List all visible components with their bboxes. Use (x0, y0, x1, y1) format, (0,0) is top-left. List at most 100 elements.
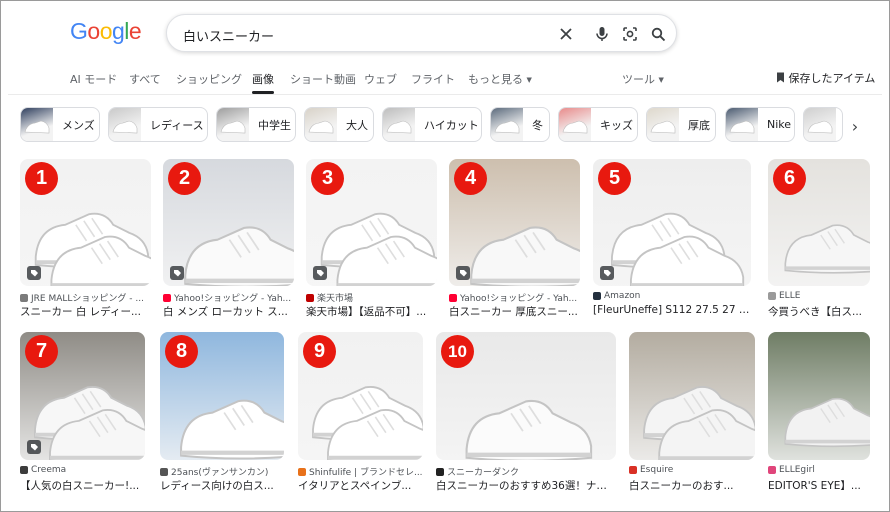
tools-button[interactable]: ツール ▼ (622, 71, 664, 87)
image-result-card[interactable]: 1 JRE MALLショッピング - ... スニーカー 白 レディー... (20, 159, 151, 326)
filter-chip[interactable] (803, 107, 843, 142)
result-title[interactable]: 白 メンズ ローカット ス... (163, 304, 294, 319)
result-source[interactable]: Creema (20, 465, 145, 475)
chip-label: Nike (767, 118, 792, 131)
chip-label: 大人 (346, 118, 368, 132)
filter-chip[interactable]: 中学生 (216, 107, 296, 142)
result-source[interactable]: JRE MALLショッピング - ... (20, 291, 151, 304)
image-result-card[interactable]: 10 スニーカーダンク 白スニーカーのおすすめ36選！ナイ... (436, 332, 616, 500)
product-tag-icon (456, 266, 470, 280)
source-name: 楽天市場 (317, 294, 354, 304)
filter-chip[interactable]: 厚底 (646, 107, 716, 142)
chevron-right-icon[interactable]: › (846, 117, 864, 136)
result-title[interactable]: レディース向けの白ス... (160, 478, 284, 493)
source-name: ELLE (779, 291, 801, 301)
source-name: Creema (31, 465, 67, 475)
tab-more[interactable]: もっと見る ▼ (468, 71, 532, 87)
google-logo[interactable]: Google (70, 18, 142, 45)
source-name: JRE MALLショッピング - ... (31, 294, 144, 304)
mic-icon[interactable] (591, 23, 613, 45)
tab-web[interactable]: ウェブ (364, 71, 397, 87)
search-icon[interactable] (647, 23, 669, 45)
result-title[interactable]: 楽天市場】【返品不可】... (306, 304, 437, 319)
logo-letter: e (128, 18, 142, 44)
image-result-card[interactable]: 9 Shinfulife | ブランドセレ... イタリアとスペインブ... (298, 332, 423, 500)
tab-shopping[interactable]: ショッピング (176, 71, 242, 87)
result-source[interactable]: Esquire (629, 465, 755, 475)
result-thumbnail[interactable] (629, 332, 755, 460)
image-result-card[interactable]: ELLEgirl EDITOR'S EYE】... (768, 332, 870, 500)
result-source[interactable]: 25ans(ヴァンサンカン) (160, 465, 284, 478)
rank-badge: 1 (25, 162, 58, 195)
favicon-icon (298, 467, 306, 476)
product-tag-icon (313, 266, 327, 280)
result-title[interactable]: イタリアとスペインブ... (298, 478, 423, 493)
product-tag-icon (600, 266, 614, 280)
filter-chip[interactable]: レディース (108, 107, 208, 142)
filter-chip[interactable]: ハイカット (382, 107, 482, 142)
chip-thumbnail (21, 108, 53, 141)
source-name: ELLEgirl (779, 465, 815, 475)
lens-icon[interactable] (619, 23, 641, 45)
rank-badge: 9 (303, 335, 336, 368)
close-icon[interactable] (555, 23, 577, 45)
result-thumbnail[interactable] (768, 332, 870, 460)
result-title[interactable]: [FleurUneffe] S112 27.5 27 26.5... (593, 304, 751, 316)
favicon-icon (593, 292, 601, 300)
favicon-icon (449, 293, 457, 302)
result-source[interactable]: Yahoo!ショッピング - Yah... (163, 291, 294, 304)
result-source[interactable]: Shinfulife | ブランドセレ... (298, 465, 423, 478)
image-result-card[interactable]: 5 Amazon [FleurUneffe] S112 27.5 27 26.5..… (593, 159, 751, 326)
search-input[interactable]: 白いスニーカー (183, 26, 274, 45)
chip-thumbnail (383, 108, 415, 141)
chip-thumbnail (109, 108, 141, 141)
chip-thumbnail (559, 108, 591, 141)
filter-chip[interactable]: メンズ (20, 107, 100, 142)
result-source[interactable]: ELLE (768, 291, 870, 301)
result-title[interactable]: 【人気の白スニーカー!... (20, 478, 145, 493)
result-title[interactable]: 白スニーカー 厚底スニー... (449, 304, 580, 319)
tab-more-label: もっと見る (468, 73, 523, 86)
tab-all[interactable]: すべて (129, 71, 161, 87)
result-source[interactable]: スニーカーダンク (436, 465, 616, 478)
rank-badge: 7 (25, 335, 58, 368)
result-title[interactable]: EDITOR'S EYE】... (768, 478, 870, 493)
source-name: Amazon (604, 291, 641, 301)
result-source[interactable]: Amazon (593, 291, 751, 301)
chip-thumbnail (217, 108, 249, 141)
result-title[interactable]: 今買うべき【白ス... (768, 304, 870, 319)
result-title[interactable]: スニーカー 白 レディー... (20, 304, 151, 319)
tab-short-videos[interactable]: ショート動画 (290, 71, 356, 87)
favicon-icon (768, 466, 776, 474)
favicon-icon (306, 293, 314, 302)
filter-chip[interactable]: キッズ (558, 107, 638, 142)
result-title[interactable]: 白スニーカーのおす... (629, 478, 755, 493)
result-source[interactable]: 楽天市場 (306, 291, 437, 304)
image-result-card[interactable]: 8 25ans(ヴァンサンカン) レディース向けの白ス... (160, 332, 284, 500)
favicon-icon (436, 467, 444, 476)
tab-flights[interactable]: フライト (411, 71, 455, 87)
image-result-card[interactable]: 3 楽天市場 楽天市場】【返品不可】... (306, 159, 437, 326)
image-result-card[interactable]: 4 Yahoo!ショッピング - Yah... 白スニーカー 厚底スニー... (449, 159, 580, 326)
image-result-card[interactable]: 6 ELLE 今買うべき【白ス... (768, 159, 870, 326)
saved-items-link[interactable]: 保存したアイテム (776, 70, 875, 86)
chip-label: キッズ (600, 118, 633, 132)
image-result-card[interactable]: 2 Yahoo!ショッピング - Yah... 白 メンズ ローカット ス... (163, 159, 294, 326)
rank-badge: 6 (773, 162, 806, 195)
filter-chip[interactable]: 大人 (304, 107, 374, 142)
tab-ai-mode[interactable]: AI モード (70, 71, 117, 87)
filter-chip[interactable]: Nike (725, 107, 795, 142)
chevron-down-icon: ▼ (526, 76, 532, 84)
tab-images[interactable]: 画像 (252, 71, 274, 87)
filter-chip[interactable]: 冬 (490, 107, 550, 142)
result-source[interactable]: Yahoo!ショッピング - Yah... (449, 291, 580, 304)
search-box[interactable]: 白いスニーカー (166, 14, 677, 52)
logo-letter: o (87, 18, 100, 44)
image-result-card[interactable]: Esquire 白スニーカーのおす... (629, 332, 755, 500)
chip-label: 冬 (532, 118, 543, 132)
chip-thumbnail (491, 108, 523, 141)
result-source[interactable]: ELLEgirl (768, 465, 870, 475)
image-result-card[interactable]: 7 Creema 【人気の白スニーカー!... (20, 332, 145, 500)
source-name: Esquire (640, 465, 674, 475)
result-title[interactable]: 白スニーカーのおすすめ36選！ナイ... (436, 478, 616, 493)
